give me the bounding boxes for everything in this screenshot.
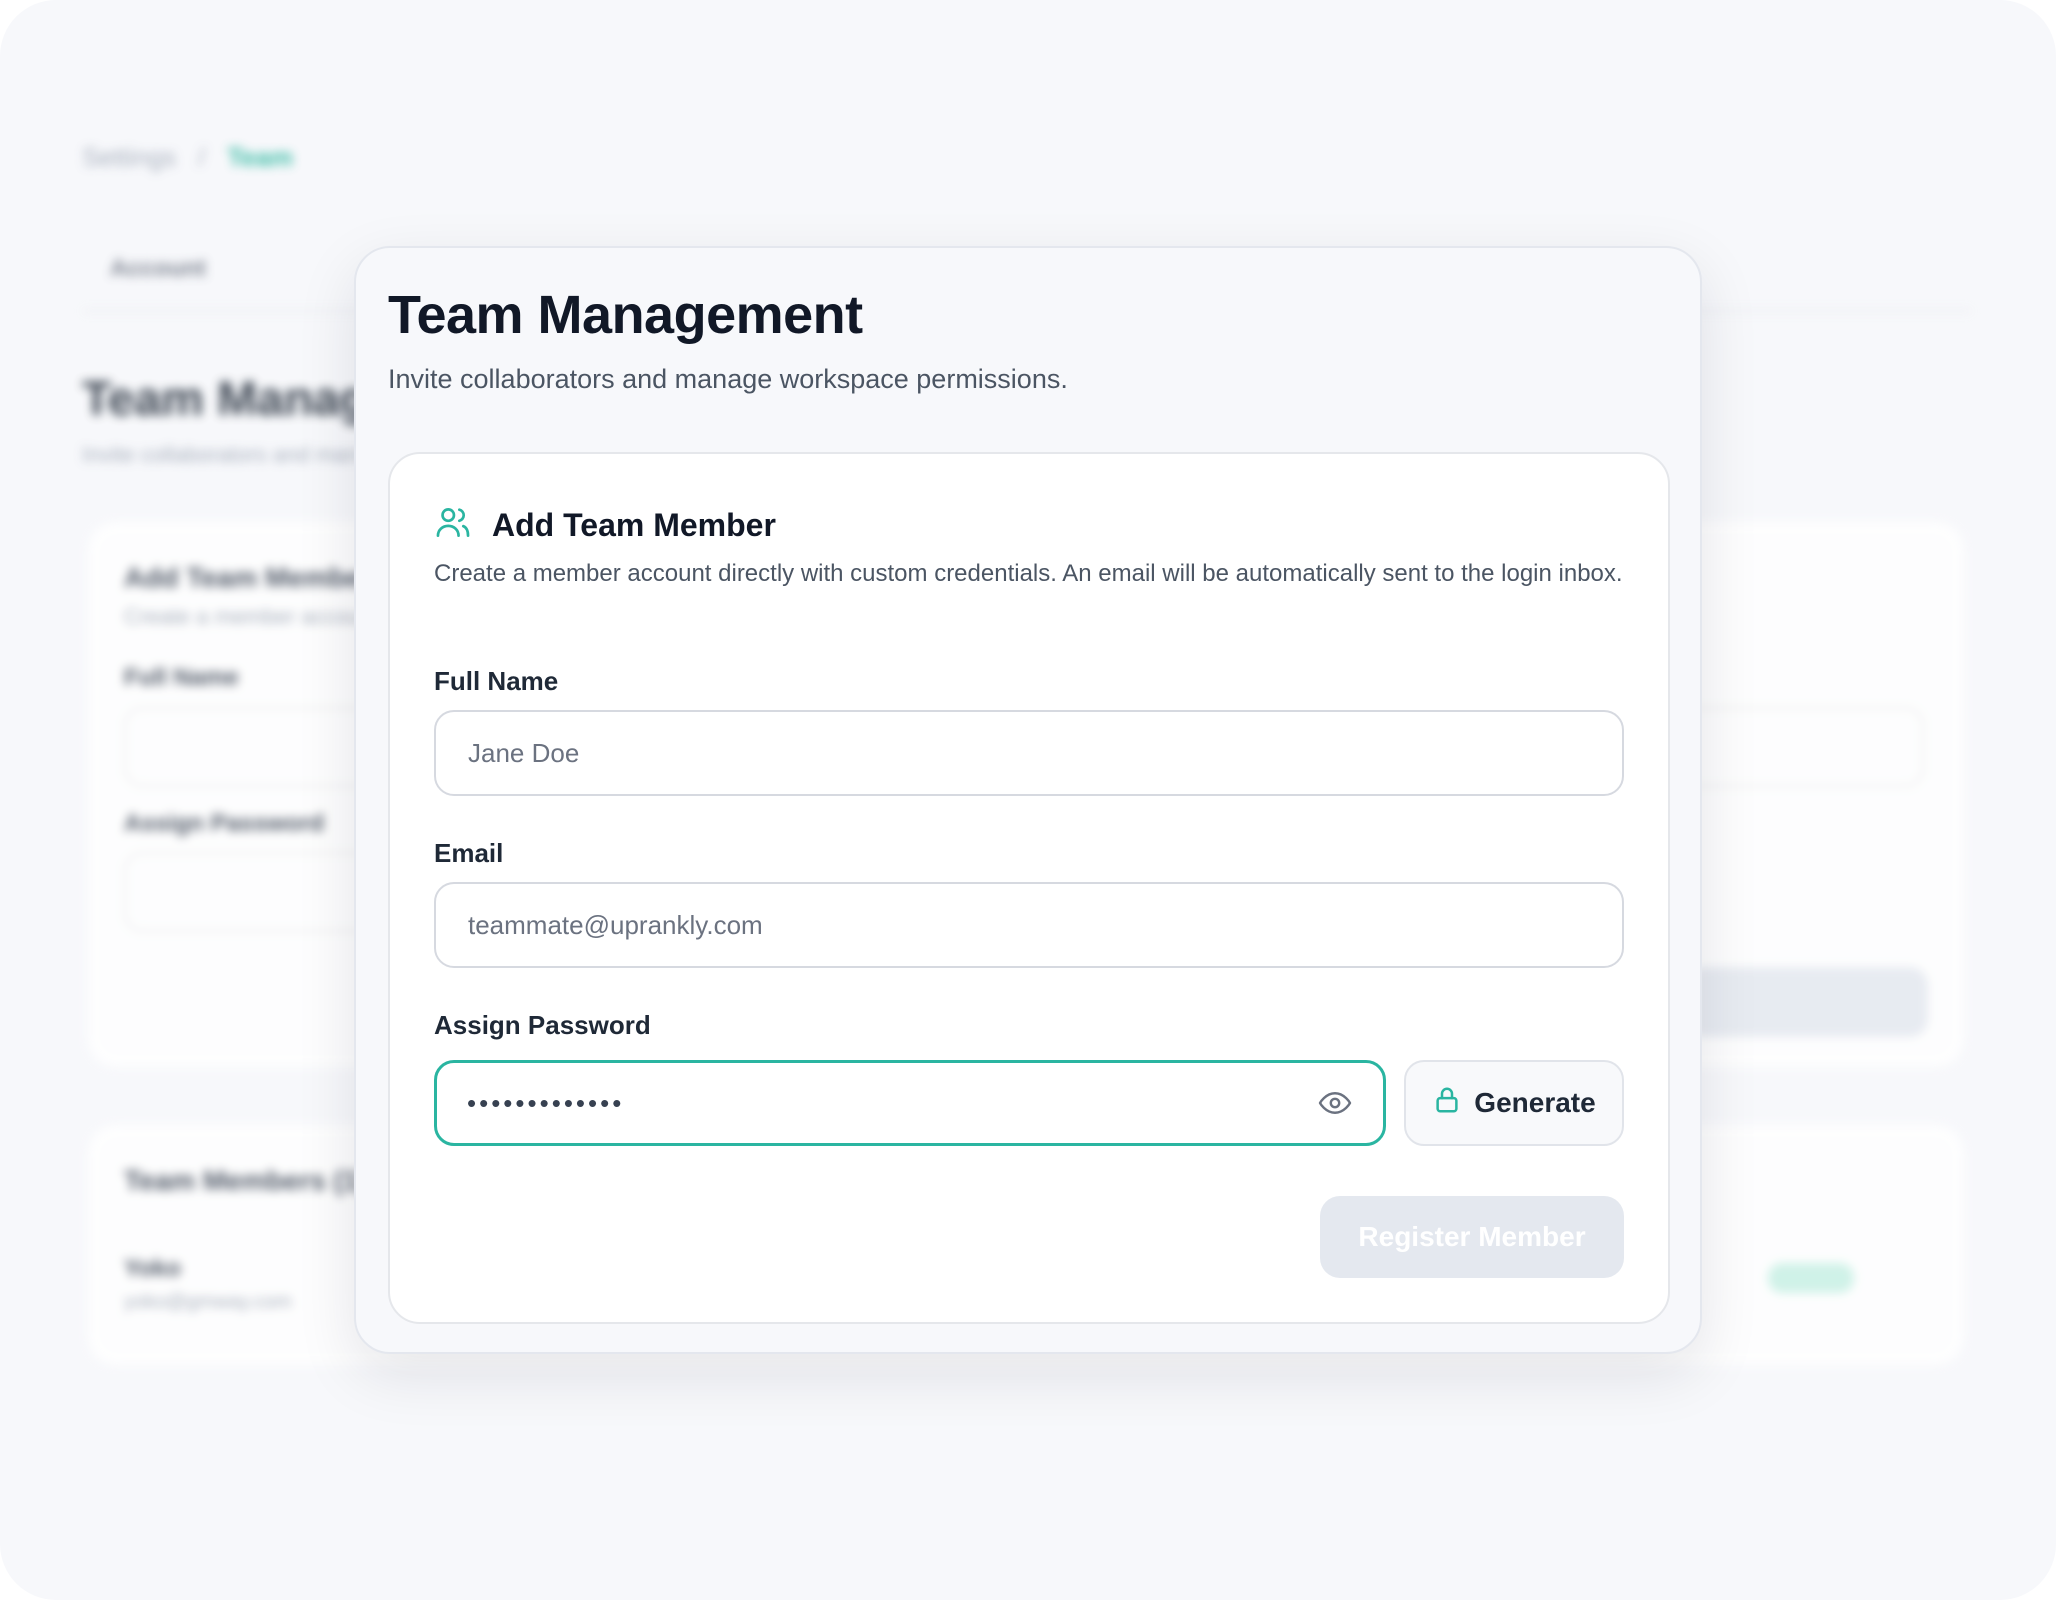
bg-password-label: Assign Password — [124, 810, 325, 837]
modal-subtitle: Invite collaborators and manage workspac… — [388, 364, 1068, 394]
tab-account[interactable]: Account — [110, 255, 206, 283]
full-name-input[interactable] — [468, 737, 1590, 769]
bg-full-name-label: Full Name — [124, 664, 239, 691]
password-label: Assign Password — [434, 1010, 651, 1040]
email-label: Email — [434, 838, 504, 868]
bg-register-button — [1688, 967, 1928, 1037]
email-input[interactable] — [468, 909, 1590, 941]
full-name-field[interactable] — [434, 710, 1624, 796]
breadcrumb-settings[interactable]: Settings — [82, 142, 176, 173]
app-frame: Settings / Team Account Team Management … — [0, 0, 2056, 1600]
lock-icon — [1432, 1085, 1462, 1122]
team-management-modal: Team Management Invite collaborators and… — [354, 246, 1702, 1354]
bg-card-title: Add Team Member — [124, 562, 373, 593]
bg-members-title: Team Members (1) — [124, 1165, 368, 1196]
card-header: Add Team Member — [434, 504, 776, 547]
full-name-label: Full Name — [434, 666, 559, 696]
bg-member-name: Yoko — [124, 1255, 181, 1282]
settings-tabs: Account — [110, 255, 206, 283]
users-icon — [434, 504, 472, 547]
generate-label: Generate — [1474, 1087, 1596, 1118]
bg-status-badge — [1768, 1263, 1854, 1293]
breadcrumb-team: Team — [227, 142, 294, 172]
breadcrumb: Settings / Team — [82, 142, 293, 173]
eye-icon[interactable] — [1317, 1085, 1353, 1121]
password-field[interactable]: ••••••••••••• — [434, 1060, 1386, 1146]
register-member-button[interactable]: Register Member — [1320, 1196, 1624, 1278]
generate-password-button[interactable]: Generate — [1404, 1060, 1624, 1146]
bg-member-email: yoko@gmway.com — [124, 1291, 292, 1313]
card-description: Create a member account directly with cu… — [434, 560, 1623, 587]
card-title: Add Team Member — [492, 507, 776, 543]
breadcrumb-separator: / — [197, 142, 206, 172]
modal-title: Team Management — [388, 285, 863, 345]
password-value[interactable]: ••••••••••••• — [467, 1088, 624, 1119]
add-member-card: Add Team Member Create a member account … — [388, 452, 1670, 1324]
email-field[interactable] — [434, 882, 1624, 968]
